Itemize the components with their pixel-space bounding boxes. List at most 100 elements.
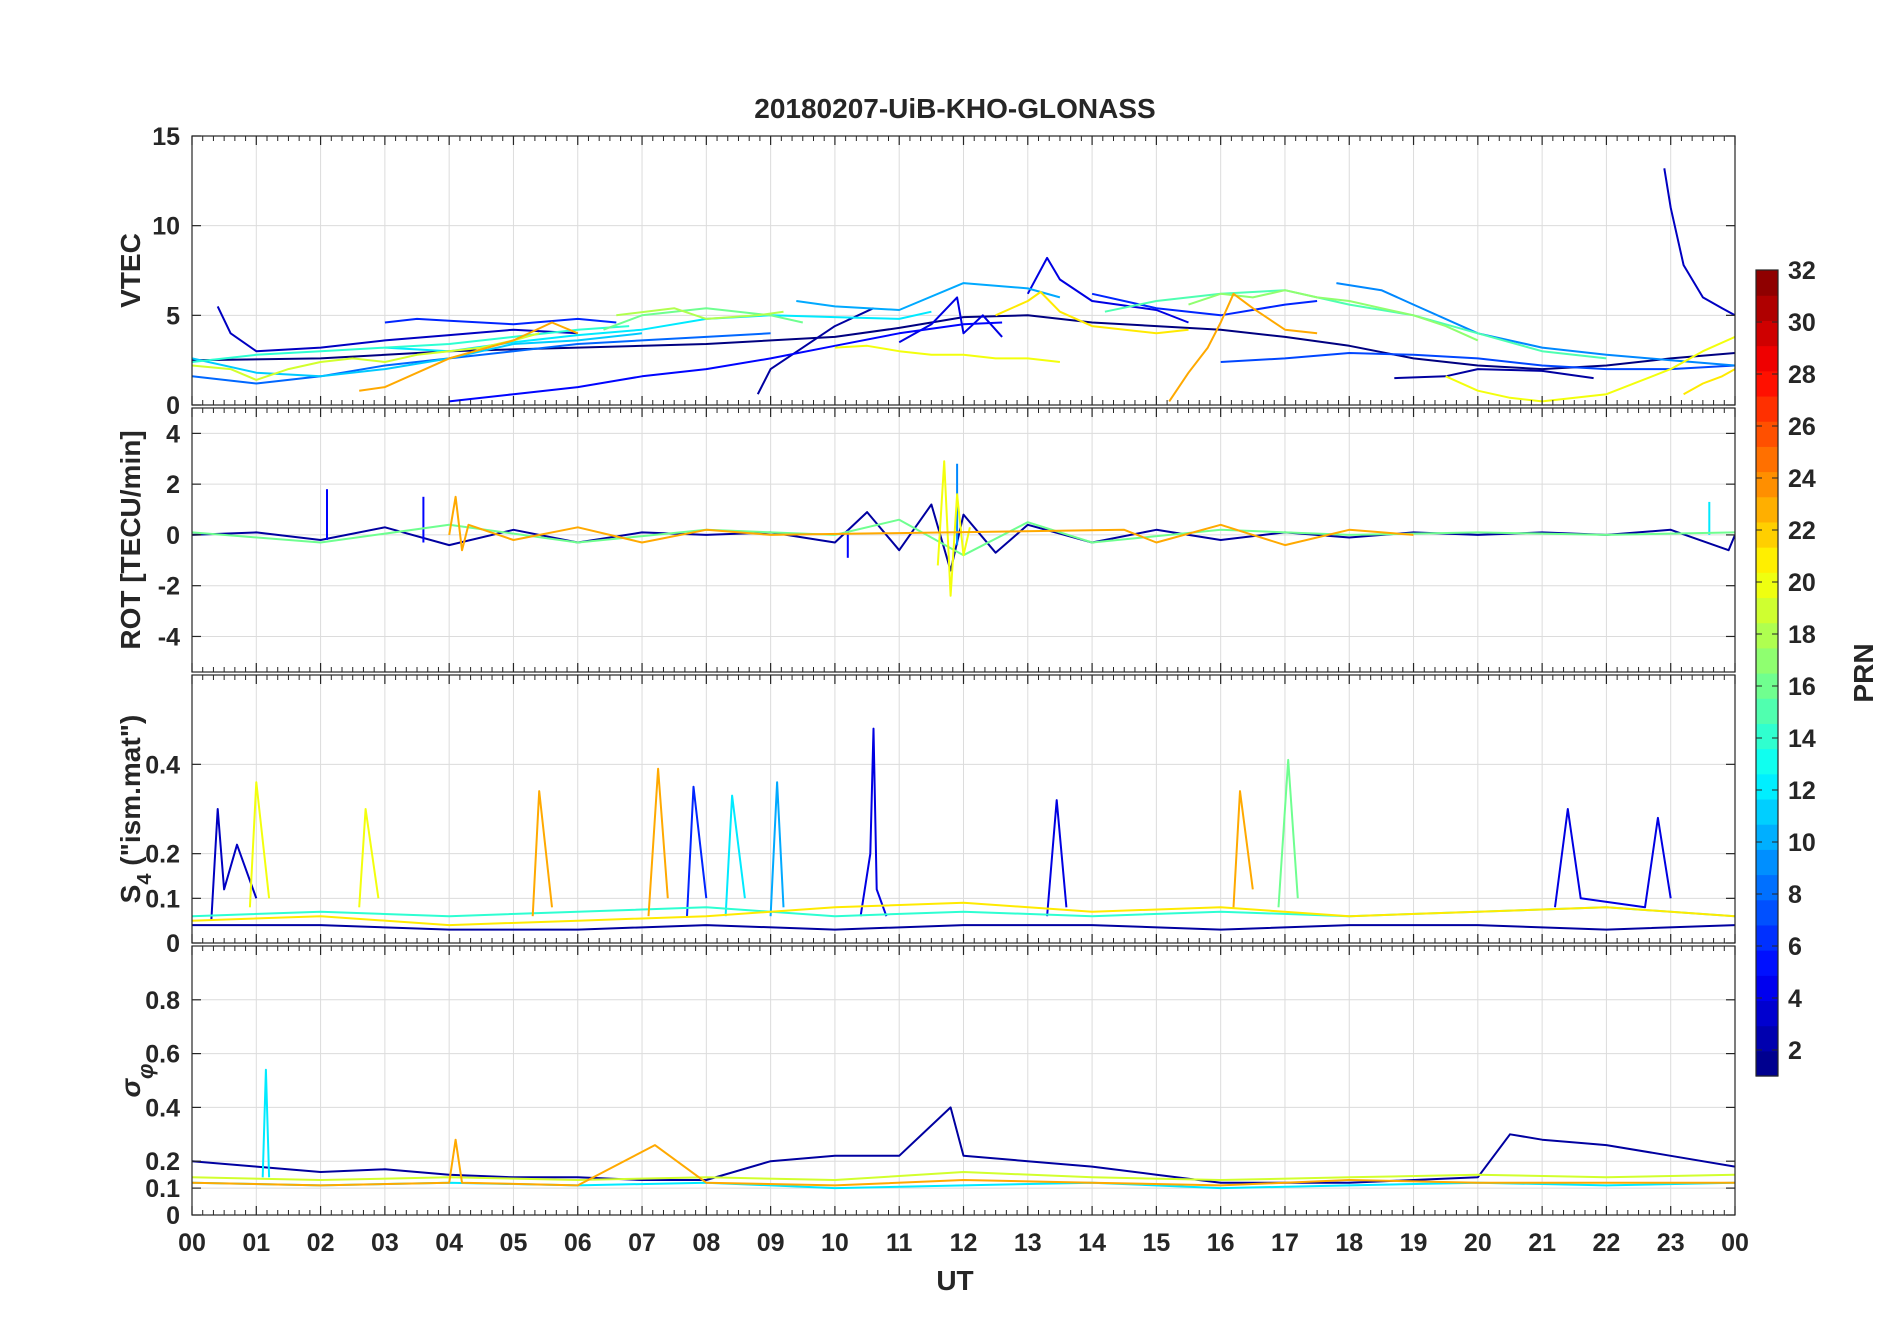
y-tick-label-vtec: 0 xyxy=(166,392,180,420)
y-tick-label-rot: -2 xyxy=(158,573,180,601)
colorbar-segment xyxy=(1756,320,1778,347)
panel-sigma_phi: 00.10.20.40.60.8σφ00 01 02 03 04 05 06 07 08 09 10… xyxy=(115,945,1749,1257)
y-tick-label-vtec: 10 xyxy=(152,213,180,241)
x-tick-label: 03 xyxy=(371,1229,399,1257)
colorbar-tick-label: 16 xyxy=(1788,673,1816,701)
colorbar-tick-label: 22 xyxy=(1788,517,1816,545)
colorbar-tick-label: 20 xyxy=(1788,569,1816,597)
colorbar-segment xyxy=(1756,1050,1778,1077)
y-tick-label-rot: 4 xyxy=(166,420,180,448)
panels-layer: 051015VTEC-4-2024ROT [TECU/min]00.10.20.… xyxy=(115,123,1749,1257)
colorbar-segment xyxy=(1756,446,1778,473)
colorbar-tick-label: 4 xyxy=(1788,985,1802,1013)
colorbar-tick-label: 32 xyxy=(1788,257,1816,285)
x-tick-label: 02 xyxy=(307,1229,335,1257)
x-axis-label: UT xyxy=(936,1265,973,1296)
colorbar-segment xyxy=(1756,849,1778,876)
colorbar-tick-label: 30 xyxy=(1788,309,1816,337)
panel-s4: 00.10.20.4S4 ("ism.mat") xyxy=(115,674,1736,958)
y-tick-label-sigma_phi: 0 xyxy=(166,1202,180,1230)
y-tick-label-vtec: 15 xyxy=(152,123,180,151)
colorbar-segment xyxy=(1756,547,1778,573)
y-tick-label-s4: 0.4 xyxy=(145,751,180,779)
x-tick-label: 16 xyxy=(1207,1229,1235,1257)
panel-vtec: 0 5 10 15 VTEC xyxy=(115,123,1736,420)
y-tick-label-rot: 0 xyxy=(166,522,180,550)
x-tick-label: 00 xyxy=(1721,1229,1749,1257)
x-tick-label: 12 xyxy=(950,1229,978,1257)
colorbar-tick-label: 10 xyxy=(1788,829,1816,857)
colorbar-segment xyxy=(1756,345,1778,372)
panel-rot: -4 -2 0 2 4 ROT [TECU/min] xyxy=(115,407,1736,673)
colorbar-tick-label: 18 xyxy=(1788,621,1816,649)
colorbar-segment xyxy=(1756,798,1778,825)
y-tick-label-sigma_phi: 0.1 xyxy=(145,1175,180,1203)
colorbar-segment xyxy=(1756,723,1778,750)
colorbar-segment xyxy=(1756,1025,1778,1052)
x-tick-label: 01 xyxy=(242,1229,270,1257)
colorbar-tick-label: 14 xyxy=(1788,725,1816,753)
x-tick-label: 04 xyxy=(435,1229,463,1257)
x-tick-label: 22 xyxy=(1593,1229,1621,1257)
colorbar-tick-label: 6 xyxy=(1788,933,1802,961)
x-tick-label: 15 xyxy=(1142,1229,1170,1257)
colorbar-segment xyxy=(1756,1000,1778,1027)
colorbar-segment xyxy=(1756,572,1778,599)
colorbar-segment xyxy=(1756,597,1778,624)
colorbar-segment xyxy=(1756,748,1778,775)
y-axis-label-vtec: VTEC xyxy=(115,233,146,308)
colorbar-segment xyxy=(1756,975,1778,1002)
colorbar-tick-label: 2 xyxy=(1788,1037,1802,1065)
x-tick-label: 05 xyxy=(500,1229,528,1257)
colorbar-segment xyxy=(1756,698,1778,724)
colorbar-segment xyxy=(1756,899,1778,926)
x-tick-label: 07 xyxy=(628,1229,656,1257)
colorbar-segment xyxy=(1756,773,1778,800)
x-tick-label: 23 xyxy=(1657,1229,1685,1257)
colorbar-tick-label: 8 xyxy=(1788,881,1802,909)
colorbar-segment xyxy=(1756,471,1778,498)
colorbar-segment xyxy=(1756,295,1778,321)
y-tick-label-s4: 0 xyxy=(166,930,180,958)
colorbar-segment xyxy=(1756,950,1778,976)
colorbar-segment xyxy=(1756,622,1778,649)
x-tick-label: 14 xyxy=(1078,1229,1106,1257)
colorbar-segment xyxy=(1756,395,1778,422)
x-tick-label: 21 xyxy=(1528,1229,1556,1257)
y-tick-label-s4: 0.2 xyxy=(145,841,180,869)
colorbar-segment xyxy=(1756,521,1778,548)
x-tick-label: 11 xyxy=(886,1229,913,1257)
y-tick-label-sigma_phi: 0.4 xyxy=(145,1094,180,1122)
colorbar-segment xyxy=(1756,824,1778,850)
y-tick-label-sigma_phi: 0.2 xyxy=(145,1148,180,1176)
y-axis-label-rot: ROT [TECU/min] xyxy=(115,430,146,649)
colorbar-segment xyxy=(1756,924,1778,951)
y-tick-label-rot: -4 xyxy=(158,623,180,651)
colorbar-label: PRN xyxy=(1848,643,1879,702)
x-tick-label: 20 xyxy=(1464,1229,1492,1257)
x-tick-label: 18 xyxy=(1335,1229,1363,1257)
chart-title: 20180207-UiB-KHO-GLONASS xyxy=(754,93,1155,124)
x-tick-label: 08 xyxy=(692,1229,720,1257)
y-tick-label-vtec: 5 xyxy=(166,302,180,330)
colorbar-tick-label: 26 xyxy=(1788,413,1816,441)
figure-canvas: 20180207-UiB-KHO-GLONASS 051015VTEC-4-20… xyxy=(0,0,1902,1330)
y-tick-label-sigma_phi: 0.8 xyxy=(145,987,180,1015)
x-tick-label: 19 xyxy=(1400,1229,1428,1257)
x-tick-label: 17 xyxy=(1271,1229,1299,1257)
x-tick-label: 00 xyxy=(178,1229,206,1257)
colorbar-segment xyxy=(1756,647,1778,674)
x-tick-label: 09 xyxy=(757,1229,785,1257)
colorbar-tick-label: 28 xyxy=(1788,361,1816,389)
x-tick-label: 06 xyxy=(564,1229,592,1257)
colorbar-segment xyxy=(1756,496,1778,523)
colorbar-tick-label: 24 xyxy=(1788,465,1816,493)
colorbar-segment xyxy=(1756,370,1778,397)
y-tick-label-s4: 0.1 xyxy=(145,885,180,913)
x-tick-label: 10 xyxy=(821,1229,849,1257)
y-tick-label-rot: 2 xyxy=(166,471,180,499)
colorbar-segment xyxy=(1756,270,1778,296)
colorbar-tick-label: 12 xyxy=(1788,777,1816,805)
colorbar-segment xyxy=(1756,421,1778,447)
x-tick-label: 13 xyxy=(1014,1229,1042,1257)
